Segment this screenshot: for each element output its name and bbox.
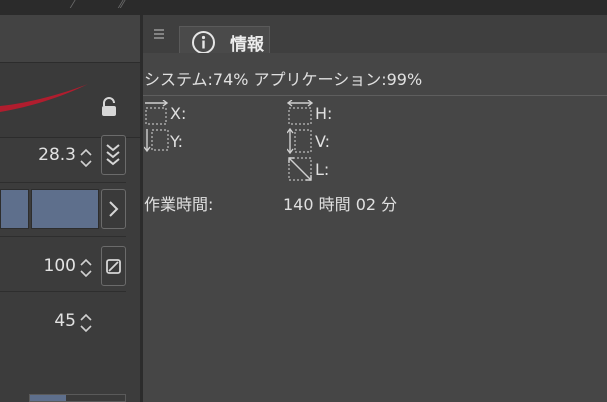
spinner-arrows-icon[interactable] [79, 147, 93, 169]
lock-open-icon[interactable] [99, 97, 119, 117]
angle-value[interactable]: 45 [54, 311, 76, 331]
opacity-toggle-button[interactable] [101, 246, 126, 286]
x-label: X: [170, 104, 187, 123]
h-label: H: [315, 104, 333, 123]
info-icon [192, 31, 215, 54]
height-icon [287, 100, 313, 125]
y-label: Y: [170, 132, 184, 151]
brush-stroke-preview [0, 84, 88, 112]
info-panel-body [143, 53, 607, 402]
brush-preview [0, 62, 140, 138]
row-divider [0, 236, 126, 237]
work-time-value: 140 時間 02 分 [283, 195, 398, 214]
spinner-arrows-icon[interactable] [79, 312, 93, 334]
v-label: V: [315, 132, 331, 151]
toolbar-decoration-icon: ⁄⁄ [120, 0, 125, 11]
brush-size-value[interactable]: 28.3 [38, 145, 76, 165]
slider-track[interactable] [29, 394, 126, 402]
no-entry-square-icon [106, 259, 121, 274]
menu-icon[interactable] [152, 27, 166, 41]
system-usage-text: システム:74% アプリケーション:99% [144, 70, 423, 89]
vertical-icon [287, 128, 312, 154]
angle-row: 45 [0, 295, 126, 355]
double-chevron-down-icon [106, 144, 120, 166]
tab-info[interactable]: 情報 [179, 26, 270, 55]
x-position-icon [145, 100, 169, 125]
slider-fill [30, 395, 66, 401]
length-icon [288, 157, 312, 181]
color-swatch[interactable] [0, 189, 29, 229]
y-position-icon [144, 129, 169, 153]
work-time-label: 作業時間: [144, 195, 214, 214]
chevron-right-icon [109, 201, 119, 217]
expand-button[interactable] [101, 189, 126, 229]
spinner-arrows-icon[interactable] [79, 257, 93, 279]
opacity-value[interactable]: 100 [44, 256, 76, 276]
color-swatch[interactable] [31, 189, 99, 229]
l-label: L: [315, 160, 330, 179]
tool-property-header [0, 15, 140, 62]
tab-info-label: 情報 [230, 35, 264, 55]
separator [143, 95, 607, 96]
toolbar-decoration-icon: ⁄ [72, 0, 75, 11]
top-toolbar-strip: ⁄ ⁄⁄ [0, 0, 607, 15]
brush-size-pressure-button[interactable] [101, 135, 126, 175]
